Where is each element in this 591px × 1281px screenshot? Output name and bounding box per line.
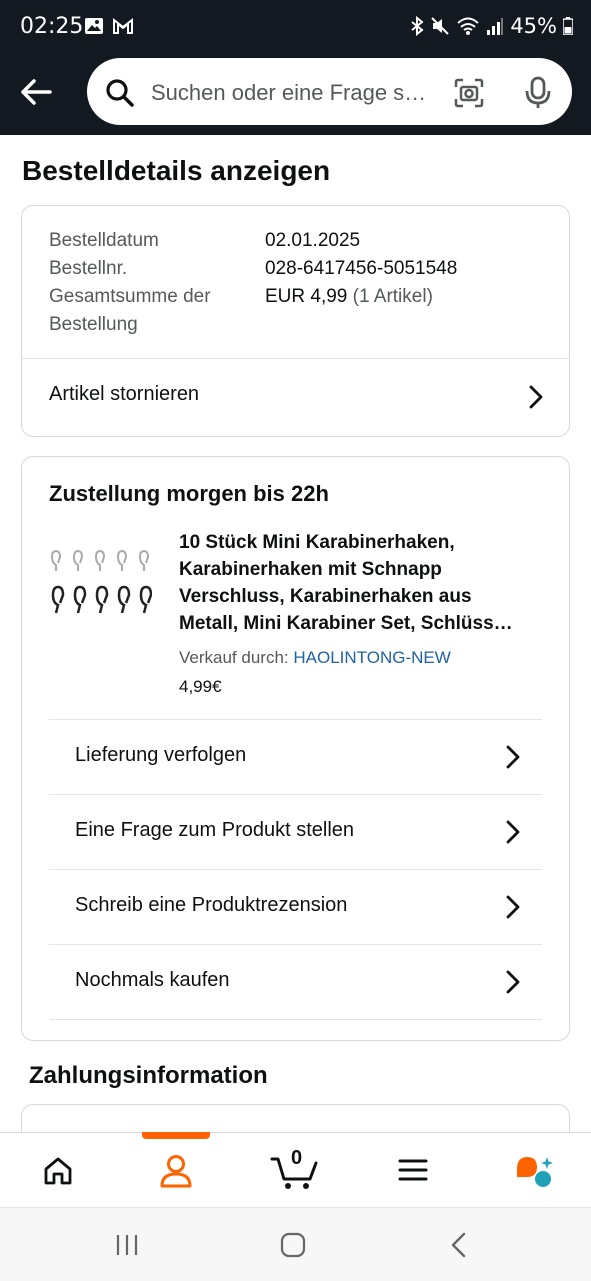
gmail-icon xyxy=(113,17,133,34)
battery-level: 45% xyxy=(510,14,557,38)
chevron-right-icon xyxy=(506,970,520,994)
home-button-icon[interactable] xyxy=(279,1231,307,1259)
microphone-icon[interactable] xyxy=(523,76,553,110)
page-title: Bestelldetails anzeigen xyxy=(22,155,331,186)
buy-again-label: Nochmals kaufen xyxy=(75,969,230,991)
order-date-value: 02.01.2025 xyxy=(265,230,361,251)
menu-icon xyxy=(398,1159,428,1181)
track-package-label: Lieferung verfolgen xyxy=(75,744,247,766)
battery-icon xyxy=(563,17,573,35)
system-nav-bar xyxy=(0,1207,591,1281)
ask-question-label: Eine Frage zum Produkt stellen xyxy=(75,819,355,841)
cancel-items-row[interactable]: Artikel stornieren xyxy=(22,359,569,435)
mute-icon xyxy=(431,17,450,35)
divider xyxy=(49,1019,542,1020)
app-header: Suchen oder eine Frage s… xyxy=(0,54,591,135)
order-date-label: Bestelldatum xyxy=(49,230,159,251)
order-total-label-line1: Gesamtsumme der xyxy=(49,286,211,307)
chevron-right-icon xyxy=(529,385,543,409)
recent-apps-icon[interactable] xyxy=(114,1232,140,1258)
signal-icon xyxy=(487,18,504,35)
order-total-value: EUR 4,99 (1 Artikel) xyxy=(265,286,433,307)
bottom-tab-bar: 0 xyxy=(0,1132,591,1207)
cart-count: 0 xyxy=(291,1147,303,1169)
payment-section-title: Zahlungsinformation xyxy=(29,1062,268,1089)
status-bar: 02:25 45% xyxy=(0,0,591,54)
ask-question-row[interactable]: Eine Frage zum Produkt stellen xyxy=(49,795,542,869)
gallery-icon xyxy=(85,18,103,34)
tab-cart[interactable]: 0 xyxy=(236,1133,354,1207)
write-review-label: Schreib eine Produktrezension xyxy=(75,894,348,916)
rufus-assistant-icon xyxy=(517,1157,553,1187)
order-total-label-line2: Bestellung xyxy=(49,314,138,335)
account-icon xyxy=(160,1155,192,1188)
product-title-line: Verschluss, Karabinerhaken aus xyxy=(179,586,472,607)
camera-lens-icon[interactable] xyxy=(453,77,485,109)
seller-link[interactable]: HAOLINTONG-NEW xyxy=(293,648,450,667)
chevron-right-icon xyxy=(506,895,520,919)
wifi-icon xyxy=(457,17,479,35)
tab-rufus[interactable] xyxy=(473,1133,591,1207)
write-review-row[interactable]: Schreib eine Produktrezension xyxy=(49,870,542,944)
tab-menu[interactable] xyxy=(354,1133,472,1207)
tab-account[interactable] xyxy=(118,1133,236,1207)
product-title[interactable]: 10 Stück Mini Karabinerhaken, Karabinerh… xyxy=(179,529,544,637)
seller-prefix: Verkauf durch: xyxy=(179,648,289,667)
buy-again-row[interactable]: Nochmals kaufen xyxy=(49,945,542,1019)
search-input[interactable]: Suchen oder eine Frage s… xyxy=(151,80,436,106)
product-title-line: Metall, Mini Karabiner Set, Schlüss… xyxy=(179,613,513,634)
chevron-right-icon xyxy=(506,820,520,844)
chevron-right-icon xyxy=(506,745,520,769)
bluetooth-icon xyxy=(411,16,424,36)
product-image[interactable] xyxy=(50,547,152,617)
product-title-line: Karabinerhaken mit Schnapp xyxy=(179,559,442,580)
seller-info: Verkauf durch: HAOLINTONG-NEW xyxy=(179,648,451,668)
product-title-line: 10 Stück Mini Karabinerhaken, xyxy=(179,532,455,553)
tab-home[interactable] xyxy=(0,1133,118,1207)
search-bar[interactable]: Suchen oder eine Frage s… xyxy=(87,58,572,125)
delivery-card: Zustellung morgen bis 22h 10 Stück Mini … xyxy=(21,456,570,1041)
order-number-value: 028-6417456-5051548 xyxy=(265,258,458,279)
status-time: 02:25 xyxy=(20,14,84,39)
back-button-icon[interactable] xyxy=(447,1231,471,1259)
cancel-items-label: Artikel stornieren xyxy=(49,383,200,405)
product-price: 4,99€ xyxy=(179,677,222,696)
home-icon xyxy=(44,1157,72,1185)
delivery-title: Zustellung morgen bis 22h xyxy=(49,481,329,506)
order-number-label: Bestellnr. xyxy=(49,258,128,279)
order-item-count: (1 Artikel) xyxy=(352,286,433,307)
active-tab-indicator xyxy=(142,1132,210,1139)
order-summary-card: Bestelldatum 02.01.2025 Bestellnr. 028-6… xyxy=(21,205,570,437)
back-arrow-icon[interactable] xyxy=(16,72,56,112)
search-icon xyxy=(106,79,134,107)
track-package-row[interactable]: Lieferung verfolgen xyxy=(49,720,542,794)
